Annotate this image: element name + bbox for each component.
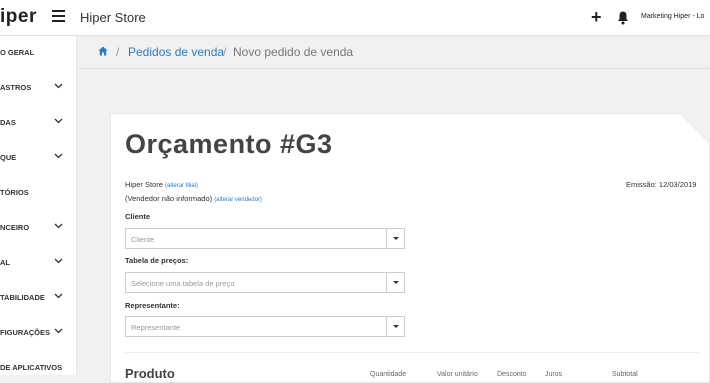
price-table-select[interactable]: Selecione uma tabela de preço (125, 272, 405, 293)
caret-down-icon (393, 237, 399, 240)
store-info: Hiper Store (alterar filial) (125, 180, 198, 189)
sidebar-item-apps[interactable]: DE APLICATIVOS (0, 357, 77, 377)
sidebar-item-label: TÓRIOS (0, 188, 29, 197)
representative-placeholder: Representante (131, 323, 181, 332)
store-label: Hiper Store (125, 180, 163, 189)
products-heading: Produto (125, 366, 175, 381)
seller-info: (Vendedor não informado) (alterar vended… (125, 194, 262, 203)
price-table-label: Tabela de preços: (125, 256, 189, 265)
client-placeholder: Cliente (131, 235, 155, 244)
seller-label: (Vendedor não informado) (125, 194, 213, 203)
caret-down-icon (393, 281, 399, 284)
chevron-down-icon (54, 293, 63, 299)
breadcrumb-current: Novo pedido de venda (233, 45, 354, 59)
sidebar-item-accounting[interactable]: TABILIDADE (0, 287, 77, 307)
sidebar-item-settings[interactable]: FIGURAÇÕES (0, 322, 77, 342)
breadcrumb-link-sales-orders[interactable]: Pedidos de venda (128, 45, 224, 59)
sidebar: O GERAL ASTROS DAS QUE TÓRIOS NCEIRO AL … (0, 36, 77, 375)
breadcrumb-separator: / (116, 45, 120, 59)
chevron-down-icon (54, 153, 63, 159)
sidebar-item-label: DAS (0, 118, 16, 127)
sidebar-item-label: DE APLICATIVOS (0, 363, 63, 372)
top-bar: iper Hiper Store + Marketing Hiper - Lo (0, 0, 710, 36)
sidebar-item-sales[interactable]: DAS (0, 112, 77, 132)
home-icon[interactable] (98, 46, 108, 56)
page-title: Orçamento #G3 (125, 129, 333, 159)
sidebar-item-reports[interactable]: TÓRIOS (0, 182, 77, 202)
chevron-down-icon (54, 83, 63, 89)
app-logo[interactable]: iper (0, 6, 37, 28)
sidebar-item-finance[interactable]: NCEIRO (0, 217, 77, 237)
sidebar-item-label: ASTROS (0, 83, 32, 92)
page-fold-decoration (680, 113, 710, 143)
client-label: Cliente (125, 212, 151, 221)
sidebar-item-registers[interactable]: ASTROS (0, 77, 77, 97)
sidebar-item-label: NCEIRO (0, 223, 30, 232)
store-name: Hiper Store (80, 10, 146, 25)
chevron-down-icon (54, 223, 63, 229)
representative-select[interactable]: Representante (125, 316, 405, 337)
breadcrumb-separator: / (223, 45, 227, 59)
plus-icon[interactable]: + (591, 8, 602, 26)
client-select[interactable]: Cliente (125, 228, 405, 249)
representative-label: Representante: (125, 301, 180, 310)
sidebar-item-label: QUE (0, 153, 17, 162)
sidebar-item-label: O GERAL (0, 48, 35, 57)
sidebar-item-stock[interactable]: QUE (0, 147, 77, 167)
hamburger-menu-icon[interactable] (52, 10, 65, 24)
section-divider (125, 352, 700, 353)
sidebar-item-fiscal[interactable]: AL (0, 252, 77, 272)
sidebar-item-overview[interactable]: O GERAL (0, 42, 77, 62)
emission-date: Emissão: 12/03/2019 (626, 180, 697, 189)
sidebar-item-label: TABILIDADE (0, 293, 45, 302)
representative-dropdown-button[interactable] (386, 317, 404, 336)
chevron-down-icon (54, 118, 63, 124)
sidebar-item-label: FIGURAÇÕES (0, 328, 51, 337)
chevron-down-icon (54, 328, 63, 334)
price-table-placeholder: Selecione uma tabela de preço (131, 279, 235, 288)
client-dropdown-button[interactable] (386, 229, 404, 248)
price-table-dropdown-button[interactable] (386, 273, 404, 292)
change-store-link[interactable]: (alterar filial) (165, 183, 198, 189)
caret-down-icon (393, 325, 399, 328)
bell-icon[interactable] (617, 11, 629, 25)
change-seller-link[interactable]: (alterar vendedor) (214, 197, 262, 203)
sidebar-item-label: AL (0, 258, 10, 267)
chevron-down-icon (54, 258, 63, 264)
user-menu[interactable]: Marketing Hiper - Lo (641, 13, 704, 20)
